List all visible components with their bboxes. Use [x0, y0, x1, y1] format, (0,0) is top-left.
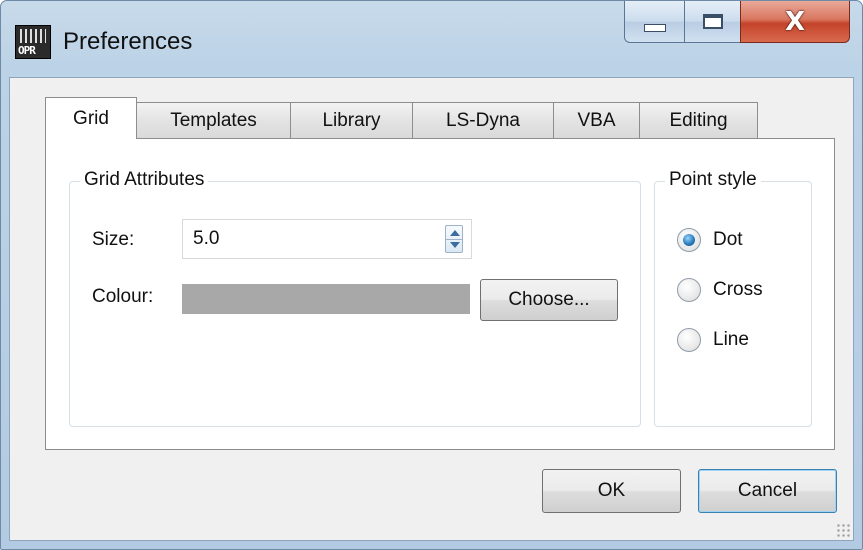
radio-dot[interactable]: Dot [677, 228, 743, 252]
caption-buttons: X [624, 1, 850, 43]
tab-editing[interactable]: Editing [639, 102, 758, 139]
minimize-button[interactable] [624, 1, 684, 43]
colour-swatch [182, 284, 470, 314]
size-label: Size: [92, 229, 135, 250]
size-spin-buttons[interactable] [445, 225, 463, 253]
close-icon: X [784, 6, 806, 37]
app-icon-grid [20, 29, 46, 43]
title-bar[interactable]: OPR Preferences X [1, 1, 862, 77]
choose-colour-button[interactable]: Choose... [480, 279, 618, 321]
tab-panel-grid: Grid Attributes Size: 5.0 Colour: Choose… [45, 138, 835, 450]
radio-dot-indicator[interactable] [677, 228, 701, 252]
preferences-window: OPR Preferences X Grid Templates Library… [0, 0, 863, 550]
tab-ls-dyna[interactable]: LS-Dyna [412, 102, 554, 139]
radio-cross-indicator[interactable] [677, 278, 701, 302]
radio-line[interactable]: Line [677, 328, 749, 352]
radio-cross-label[interactable]: Cross [713, 279, 763, 301]
ok-button[interactable]: OK [542, 469, 681, 513]
radio-dot-label[interactable]: Dot [713, 229, 743, 251]
spin-down-arrow-icon[interactable] [450, 242, 460, 248]
point-style-label: Point style [665, 169, 761, 191]
cancel-button[interactable]: Cancel [698, 469, 837, 513]
window-title: Preferences [63, 28, 193, 55]
radio-cross[interactable]: Cross [677, 278, 763, 302]
minimize-icon [643, 23, 666, 32]
tab-templates[interactable]: Templates [136, 102, 291, 139]
point-style-group: Point style Dot Cross Line [654, 169, 812, 427]
app-icon-text: OPR [18, 44, 36, 57]
grid-attributes-label: Grid Attributes [80, 169, 209, 191]
radio-line-indicator[interactable] [677, 328, 701, 352]
tab-vba[interactable]: VBA [553, 102, 640, 139]
app-icon: OPR [15, 25, 51, 59]
maximize-button[interactable] [684, 1, 740, 43]
tab-bar: Grid Templates Library LS-Dyna VBA Editi… [45, 97, 758, 139]
spin-divider [446, 239, 462, 240]
colour-label: Colour: [92, 286, 154, 307]
maximize-icon [702, 14, 723, 29]
resize-grip-icon[interactable] [836, 523, 850, 537]
spin-up-arrow-icon[interactable] [450, 230, 460, 236]
size-value[interactable]: 5.0 [193, 228, 219, 250]
tab-library[interactable]: Library [290, 102, 413, 139]
tab-grid[interactable]: Grid [45, 97, 137, 139]
size-spinbox[interactable]: 5.0 [182, 219, 472, 259]
radio-line-label[interactable]: Line [713, 329, 749, 351]
close-button[interactable]: X [740, 1, 850, 43]
